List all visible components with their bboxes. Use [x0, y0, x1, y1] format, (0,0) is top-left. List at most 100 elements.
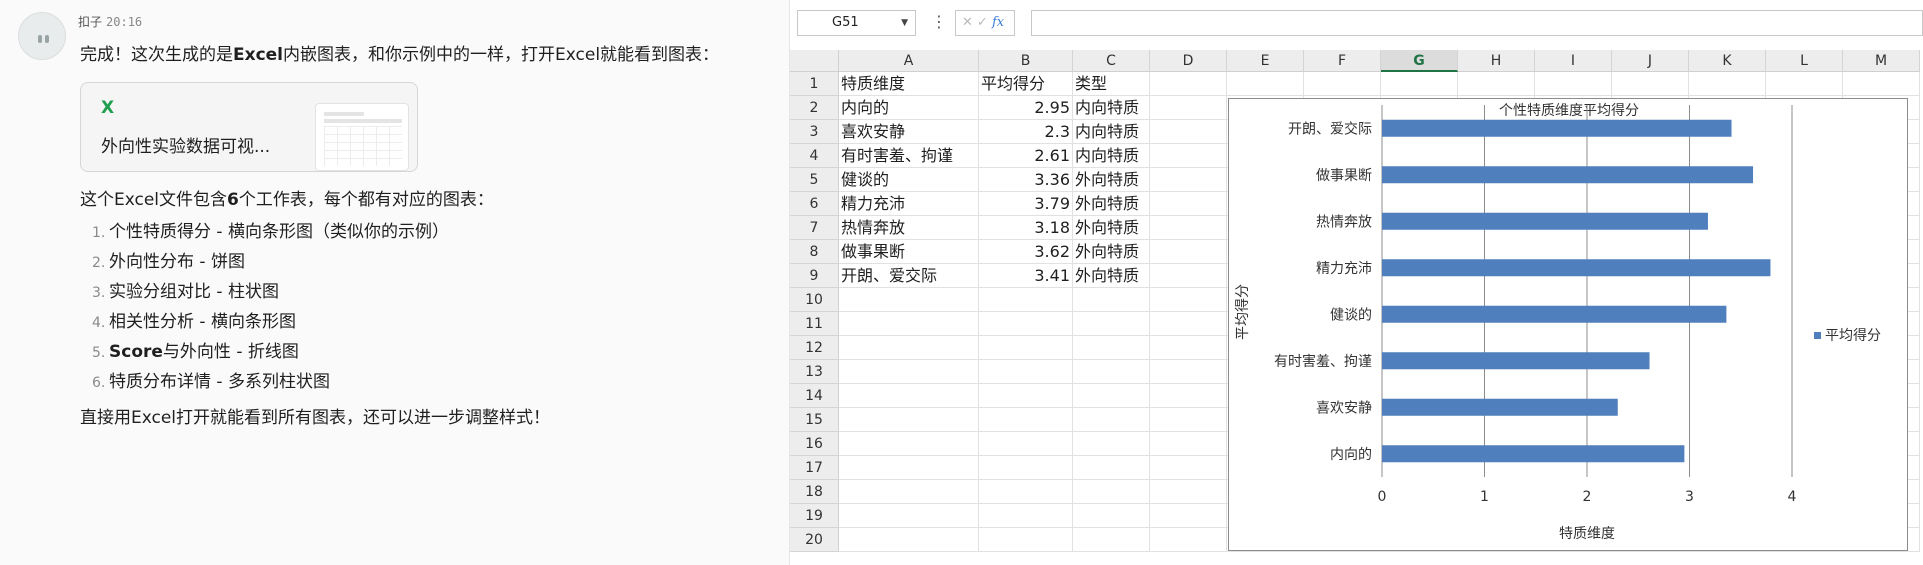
- cell-b14[interactable]: [979, 384, 1073, 408]
- cell-j1[interactable]: [1612, 72, 1689, 96]
- row-header-11[interactable]: 11: [790, 312, 839, 336]
- cell-c12[interactable]: [1073, 336, 1150, 360]
- cell-c8[interactable]: 外向特质: [1073, 240, 1150, 264]
- cell-b3[interactable]: 2.3: [979, 120, 1073, 144]
- cell-d8[interactable]: [1150, 240, 1227, 264]
- cell-c19[interactable]: [1073, 504, 1150, 528]
- cell-a10[interactable]: [839, 288, 979, 312]
- row-header-4[interactable]: 4: [790, 144, 839, 168]
- cell-b19[interactable]: [979, 504, 1073, 528]
- cell-b4[interactable]: 2.61: [979, 144, 1073, 168]
- cell-c13[interactable]: [1073, 360, 1150, 384]
- cell-a6[interactable]: 精力充沛: [839, 192, 979, 216]
- column-header-a[interactable]: A: [839, 50, 979, 72]
- cell-b8[interactable]: 3.62: [979, 240, 1073, 264]
- cell-c16[interactable]: [1073, 432, 1150, 456]
- cell-c11[interactable]: [1073, 312, 1150, 336]
- cell-c18[interactable]: [1073, 480, 1150, 504]
- cell-d11[interactable]: [1150, 312, 1227, 336]
- row-header-5[interactable]: 5: [790, 168, 839, 192]
- column-header-e[interactable]: E: [1227, 50, 1304, 72]
- more-options-icon[interactable]: ⋮: [931, 12, 947, 31]
- cell-b12[interactable]: [979, 336, 1073, 360]
- cell-a15[interactable]: [839, 408, 979, 432]
- cell-a9[interactable]: 开朗、爱交际: [839, 264, 979, 288]
- cell-b10[interactable]: [979, 288, 1073, 312]
- column-header-h[interactable]: H: [1458, 50, 1535, 72]
- row-header-13[interactable]: 13: [790, 360, 839, 384]
- row-header-10[interactable]: 10: [790, 288, 839, 312]
- row-header-2[interactable]: 2: [790, 96, 839, 120]
- cell-a7[interactable]: 热情奔放: [839, 216, 979, 240]
- cell-c20[interactable]: [1073, 528, 1150, 552]
- row-header-17[interactable]: 17: [790, 456, 839, 480]
- cell-h1[interactable]: [1458, 72, 1535, 96]
- cell-a17[interactable]: [839, 456, 979, 480]
- cell-d15[interactable]: [1150, 408, 1227, 432]
- cell-b5[interactable]: 3.36: [979, 168, 1073, 192]
- cell-d7[interactable]: [1150, 216, 1227, 240]
- cell-d14[interactable]: [1150, 384, 1227, 408]
- formula-bar-input[interactable]: [1031, 10, 1923, 36]
- cell-a8[interactable]: 做事果断: [839, 240, 979, 264]
- row-header-14[interactable]: 14: [790, 384, 839, 408]
- cell-a2[interactable]: 内向的: [839, 96, 979, 120]
- cell-d1[interactable]: [1150, 72, 1227, 96]
- cell-b6[interactable]: 3.79: [979, 192, 1073, 216]
- column-header-c[interactable]: C: [1073, 50, 1150, 72]
- cancel-icon[interactable]: ✕: [962, 15, 973, 30]
- row-header-8[interactable]: 8: [790, 240, 839, 264]
- cell-d19[interactable]: [1150, 504, 1227, 528]
- cell-d13[interactable]: [1150, 360, 1227, 384]
- column-header-g[interactable]: G: [1381, 50, 1458, 72]
- row-header-3[interactable]: 3: [790, 120, 839, 144]
- row-header-16[interactable]: 16: [790, 432, 839, 456]
- cell-d17[interactable]: [1150, 456, 1227, 480]
- cell-c9[interactable]: 外向特质: [1073, 264, 1150, 288]
- column-header-m[interactable]: M: [1843, 50, 1920, 72]
- cell-e1[interactable]: [1227, 72, 1304, 96]
- cell-d2[interactable]: [1150, 96, 1227, 120]
- cell-i1[interactable]: [1535, 72, 1612, 96]
- cell-c15[interactable]: [1073, 408, 1150, 432]
- row-header-6[interactable]: 6: [790, 192, 839, 216]
- cell-m1[interactable]: [1843, 72, 1920, 96]
- confirm-icon[interactable]: ✓: [977, 15, 988, 30]
- cell-a1[interactable]: 特质维度: [839, 72, 979, 96]
- fx-icon[interactable]: fx: [992, 15, 1004, 30]
- cell-a20[interactable]: [839, 528, 979, 552]
- cell-c3[interactable]: 内向特质: [1073, 120, 1150, 144]
- cell-d20[interactable]: [1150, 528, 1227, 552]
- cell-d4[interactable]: [1150, 144, 1227, 168]
- column-header-i[interactable]: I: [1535, 50, 1612, 72]
- cell-d5[interactable]: [1150, 168, 1227, 192]
- column-header-l[interactable]: L: [1766, 50, 1843, 72]
- cell-b17[interactable]: [979, 456, 1073, 480]
- cell-d9[interactable]: [1150, 264, 1227, 288]
- row-header-7[interactable]: 7: [790, 216, 839, 240]
- cell-d6[interactable]: [1150, 192, 1227, 216]
- cell-a16[interactable]: [839, 432, 979, 456]
- row-header-9[interactable]: 9: [790, 264, 839, 288]
- cell-d18[interactable]: [1150, 480, 1227, 504]
- chevron-down-icon[interactable]: ▼: [901, 11, 908, 35]
- embedded-bar-chart[interactable]: 个性特质维度平均得分 0 1 2 3 4 内向的 喜欢安静 有时害羞、拘谨 健谈的 精力充沛 热情奔放…: [1228, 98, 1908, 551]
- cell-b15[interactable]: [979, 408, 1073, 432]
- cell-f1[interactable]: [1304, 72, 1381, 96]
- cell-a5[interactable]: 健谈的: [839, 168, 979, 192]
- cell-c4[interactable]: 内向特质: [1073, 144, 1150, 168]
- row-header-20[interactable]: 20: [790, 528, 839, 552]
- column-header-j[interactable]: J: [1612, 50, 1689, 72]
- cell-c10[interactable]: [1073, 288, 1150, 312]
- row-header-19[interactable]: 19: [790, 504, 839, 528]
- cell-g1[interactable]: [1381, 72, 1458, 96]
- cell-d16[interactable]: [1150, 432, 1227, 456]
- cell-c2[interactable]: 内向特质: [1073, 96, 1150, 120]
- cell-c7[interactable]: 外向特质: [1073, 216, 1150, 240]
- cell-a11[interactable]: [839, 312, 979, 336]
- name-box[interactable]: G51 ▼: [797, 10, 916, 36]
- cell-a19[interactable]: [839, 504, 979, 528]
- cell-c1[interactable]: 类型: [1073, 72, 1150, 96]
- row-header-18[interactable]: 18: [790, 480, 839, 504]
- row-header-12[interactable]: 12: [790, 336, 839, 360]
